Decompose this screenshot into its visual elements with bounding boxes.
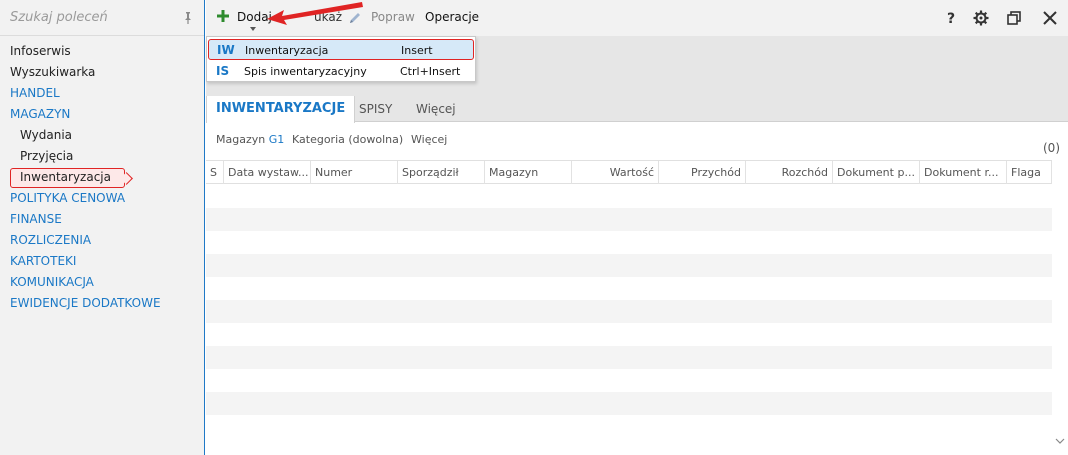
filter-more[interactable]: Więcej — [411, 133, 447, 146]
nav-item-wyszukiwarka[interactable]: Wyszukiwarka — [0, 62, 204, 83]
edit-button[interactable]: Popraw — [371, 10, 415, 24]
filter-category[interactable]: Kategoria (dowolna) — [292, 133, 403, 146]
menu-item-code: IW — [217, 43, 235, 57]
nav-category-komunikacja[interactable]: KOMUNIKACJA — [0, 272, 204, 293]
command-search[interactable]: Szukaj poleceń — [0, 0, 204, 36]
operations-button[interactable]: Operacje — [425, 10, 479, 24]
nav-category-magazyn[interactable]: MAGAZYN — [0, 104, 204, 125]
table-row — [206, 415, 1052, 438]
nav-category-rozliczenia[interactable]: ROZLICZENIA — [0, 230, 204, 251]
column-header-author[interactable]: Sporządził — [398, 161, 485, 184]
add-dropdown-menu: IW Inwentaryzacja Insert IS Spis inwenta… — [206, 36, 476, 82]
filter-bar: Magazyn G1 Kategoria (dowolna) Więcej (0… — [206, 123, 1068, 158]
menu-item-spis-inwentaryzacyjny[interactable]: IS Spis inwentaryzacyjny Ctrl+Insert — [208, 61, 474, 82]
pin-icon[interactable] — [182, 11, 194, 25]
menu-item-shortcut: Insert — [401, 44, 433, 57]
search-input[interactable]: Szukaj poleceń — [10, 10, 108, 25]
column-header-flag[interactable]: Flaga — [1007, 161, 1052, 184]
table-row — [206, 277, 1052, 300]
column-header-expense[interactable]: Rozchód — [746, 161, 833, 184]
tab-inwentaryzacje[interactable]: INWENTARYZACJE — [206, 96, 356, 123]
menu-item-label: Inwentaryzacja — [245, 44, 329, 57]
nav-item-inwentaryzacja[interactable]: Inwentaryzacja — [0, 167, 204, 188]
table-row — [206, 369, 1052, 392]
nav-item-wydania[interactable]: Wydania — [0, 125, 204, 146]
column-header-income[interactable]: Przychód — [659, 161, 746, 184]
annotation-arrow — [267, 2, 363, 25]
table-row — [206, 392, 1052, 415]
nav-item-inwentaryzacja-label: Inwentaryzacja — [20, 170, 111, 184]
filter-warehouse[interactable]: Magazyn G1 — [216, 133, 284, 146]
nav-category-polityka-cenowa[interactable]: POLITYKA CENOWA — [0, 188, 204, 209]
tab-spisy[interactable]: SPISY — [350, 96, 401, 122]
record-count: (0) — [1043, 141, 1060, 155]
restore-window-icon[interactable] — [1006, 10, 1022, 26]
table-row — [206, 346, 1052, 369]
nav-item-infoserwis[interactable]: Infoserwis — [0, 41, 204, 62]
svg-text:?: ? — [947, 11, 955, 26]
grid-body — [206, 185, 1052, 455]
sidebar: Szukaj poleceń Infoserwis Wyszukiwarka H… — [0, 0, 205, 455]
help-icon[interactable]: ? — [944, 10, 960, 26]
table-row — [206, 323, 1052, 346]
filter-warehouse-value: G1 — [268, 133, 285, 146]
table-row — [206, 254, 1052, 277]
tab-wiecej[interactable]: Więcej — [407, 96, 465, 122]
table-row — [206, 231, 1052, 254]
column-header-warehouse[interactable]: Magazyn — [485, 161, 572, 184]
nav-category-ewidencje-dodatkowe[interactable]: EWIDENCJE DODATKOWE — [0, 293, 204, 314]
column-header-status[interactable]: S — [206, 161, 224, 184]
column-header-document-r[interactable]: Dokument r... — [920, 161, 1007, 184]
menu-item-shortcut: Ctrl+Insert — [400, 65, 461, 78]
close-icon[interactable] — [1042, 10, 1058, 26]
plus-icon[interactable] — [216, 9, 230, 23]
menu-item-inwentaryzacja[interactable]: IW Inwentaryzacja Insert — [208, 39, 474, 60]
tab-bar: INWENTARYZACJE SPISY Więcej — [206, 96, 1068, 123]
nav-category-kartoteki[interactable]: KARTOTEKI — [0, 251, 204, 272]
nav-item-przyjecia[interactable]: Przyjęcia — [0, 146, 204, 167]
table-row — [206, 208, 1052, 231]
filter-warehouse-label: Magazyn — [216, 133, 266, 146]
menu-item-label: Spis inwentaryzacyjny — [244, 65, 367, 78]
nav-category-finanse[interactable]: FINANSE — [0, 209, 204, 230]
scroll-down-icon[interactable] — [1055, 437, 1065, 445]
column-header-value[interactable]: Wartość — [572, 161, 659, 184]
column-header-date[interactable]: Data wystaw... — [224, 161, 311, 184]
column-header-document-p[interactable]: Dokument p... — [833, 161, 920, 184]
table-row — [206, 185, 1052, 208]
nav-menu: Infoserwis Wyszukiwarka HANDEL MAGAZYN W… — [0, 41, 204, 314]
grid-header: S Data wystaw... Numer Sporządził Magazy… — [206, 160, 1052, 184]
menu-item-code: IS — [216, 64, 230, 78]
nav-category-handel[interactable]: HANDEL — [0, 83, 204, 104]
gear-icon[interactable] — [973, 10, 989, 26]
table-row — [206, 300, 1052, 323]
column-header-number[interactable]: Numer — [311, 161, 398, 184]
